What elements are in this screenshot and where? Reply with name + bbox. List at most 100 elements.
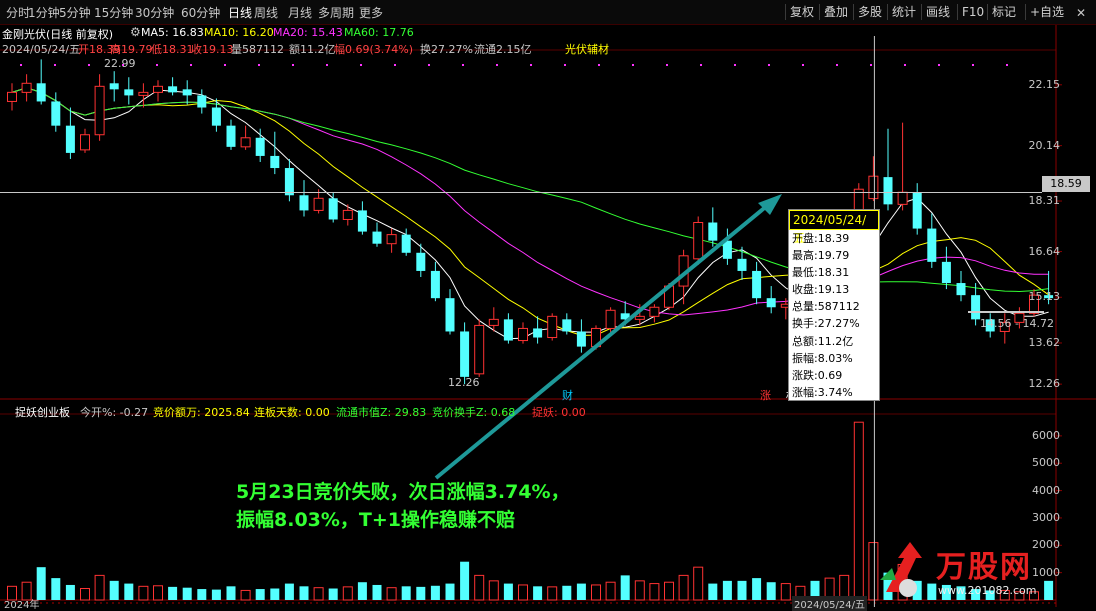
toolbar-btn-4[interactable]: 画线 xyxy=(924,3,952,21)
toolbar-btn-1[interactable]: 叠加 xyxy=(822,3,850,21)
candle-body xyxy=(766,298,776,308)
volume-bar xyxy=(372,584,382,600)
volume-bar xyxy=(533,586,543,600)
candle-body xyxy=(605,309,616,329)
marker-dot xyxy=(768,64,770,66)
toolbar-separator xyxy=(819,4,820,20)
candle-body xyxy=(372,231,382,244)
tab-period-2[interactable]: 5分钟 xyxy=(59,4,91,21)
candle-body xyxy=(503,319,513,341)
volume-bar xyxy=(284,583,294,600)
tab-period-4[interactable]: 30分钟 xyxy=(135,4,174,21)
tooltip-row-1: 最高:19.79 xyxy=(792,249,850,263)
tooltip-row-3: 收盘:19.13 xyxy=(792,283,850,297)
candle-body xyxy=(240,137,251,148)
volume-bar xyxy=(313,587,324,601)
tab-period-10[interactable]: 更多 xyxy=(359,4,383,21)
ma-label-0: MA5: 16.83 xyxy=(141,26,204,39)
candle-body xyxy=(752,270,762,299)
volume-bar xyxy=(766,582,776,600)
toolbar-btn-0[interactable]: 复权 xyxy=(788,3,816,21)
tab-period-6[interactable]: 日线 xyxy=(228,4,252,21)
current-price-tag: 18.59 xyxy=(1042,176,1090,192)
marker-dot xyxy=(632,64,634,66)
volume-bar xyxy=(693,566,704,601)
toolbar-btn-3[interactable]: 统计 xyxy=(890,3,918,21)
toolbar-separator xyxy=(987,4,988,20)
volume-bar xyxy=(518,584,528,601)
toolbar-btn-6[interactable]: 标记 xyxy=(990,3,1018,21)
candle-body xyxy=(634,315,645,320)
tooltip-row-8: 涨跌:0.69 xyxy=(792,368,843,382)
volume-bar xyxy=(357,582,367,600)
candle-body xyxy=(197,95,207,108)
indicator-item-1: 竞价额万: 2025.84 xyxy=(153,406,250,419)
volume-bar xyxy=(737,580,747,600)
candle-body xyxy=(488,318,499,326)
ma-line-20 xyxy=(11,87,1049,316)
tooltip-row-2: 最低:18.31 xyxy=(792,266,850,280)
tab-period-1[interactable]: 1分钟 xyxy=(28,4,60,21)
indicator-item-5: 捉妖: 0.00 xyxy=(532,406,586,419)
marker-dot xyxy=(972,64,974,66)
volume-bar xyxy=(474,574,485,601)
tab-period-8[interactable]: 月线 xyxy=(288,4,312,21)
gear-icon[interactable]: ⚙ xyxy=(130,25,141,39)
annotation-line-2: 振幅8.03%，T+1操作稳赚不赔 xyxy=(236,509,516,531)
tab-period-0[interactable]: 分时 xyxy=(6,4,30,21)
volume-bar xyxy=(752,578,762,600)
tab-period-3[interactable]: 15分钟 xyxy=(94,4,133,21)
candle-body xyxy=(941,261,951,284)
indicator-item-0: 今开%: -0.27 xyxy=(80,406,149,419)
volume-bar xyxy=(708,583,718,600)
volume-bar xyxy=(51,578,61,600)
volume-bar xyxy=(445,583,455,600)
close-icon[interactable]: ✕ xyxy=(1074,6,1088,20)
marker-dot xyxy=(904,64,906,66)
day-info-10: 光伏辅材 xyxy=(565,43,609,56)
candle-body xyxy=(576,331,586,347)
bottom-date-left: 2024年 xyxy=(4,600,40,611)
toolbar-btn-7[interactable]: +自选 xyxy=(1028,3,1066,21)
toolbar-btn-2[interactable]: 多股 xyxy=(856,3,884,21)
volume-bar xyxy=(780,583,791,601)
volume-bar xyxy=(226,586,236,600)
candle-body xyxy=(708,222,718,241)
candle-body xyxy=(124,89,134,96)
annotation-arrow-line xyxy=(434,203,770,480)
tab-period-7[interactable]: 周线 xyxy=(254,4,278,21)
candle-body xyxy=(401,234,411,253)
volume-bar xyxy=(678,574,689,601)
volume-bar xyxy=(605,581,616,601)
candle-body xyxy=(971,295,981,320)
candle-body xyxy=(138,91,149,96)
candle-body xyxy=(897,191,908,205)
volume-axis-label: 3000 xyxy=(1032,510,1060,524)
toolbar-btn-5[interactable]: F10 xyxy=(960,3,986,21)
candle-body xyxy=(912,192,922,229)
toolbar-separator xyxy=(921,4,922,20)
candle-body xyxy=(547,315,558,339)
volume-axis-label: 6000 xyxy=(1032,428,1060,442)
tooltip-date: 2024/05/24/五 xyxy=(789,210,879,245)
event-mark-limit-up[interactable]: 涨 xyxy=(760,387,771,403)
bottom-date-cursor: 2024/05/24/五 xyxy=(792,596,868,611)
marker-dot xyxy=(700,64,702,66)
tooltip-row-4: 总量:587112 xyxy=(792,300,860,314)
candle-body xyxy=(445,298,455,332)
event-mark-finance[interactable]: 财 xyxy=(562,387,573,403)
tab-period-5[interactable]: 60分钟 xyxy=(181,4,220,21)
logo-title: 万股网 xyxy=(936,550,1032,585)
tab-period-9[interactable]: 多周期 xyxy=(318,4,354,21)
volume-bar xyxy=(240,589,251,601)
marker-dot xyxy=(564,64,566,66)
ma-label-1: MA10: 16.20 xyxy=(204,26,274,39)
candle-body xyxy=(416,252,426,271)
ma-lines xyxy=(11,87,1049,340)
volume-bar xyxy=(853,421,864,601)
volume-bar xyxy=(620,575,630,600)
annotation-text: 5月23日竞价失败，次日涨幅3.74%， 振幅8.03%，T+1操作稳赚不赔 xyxy=(236,478,570,534)
candle-body xyxy=(153,85,163,93)
volume-bar xyxy=(488,580,499,601)
candle-body xyxy=(474,324,485,375)
